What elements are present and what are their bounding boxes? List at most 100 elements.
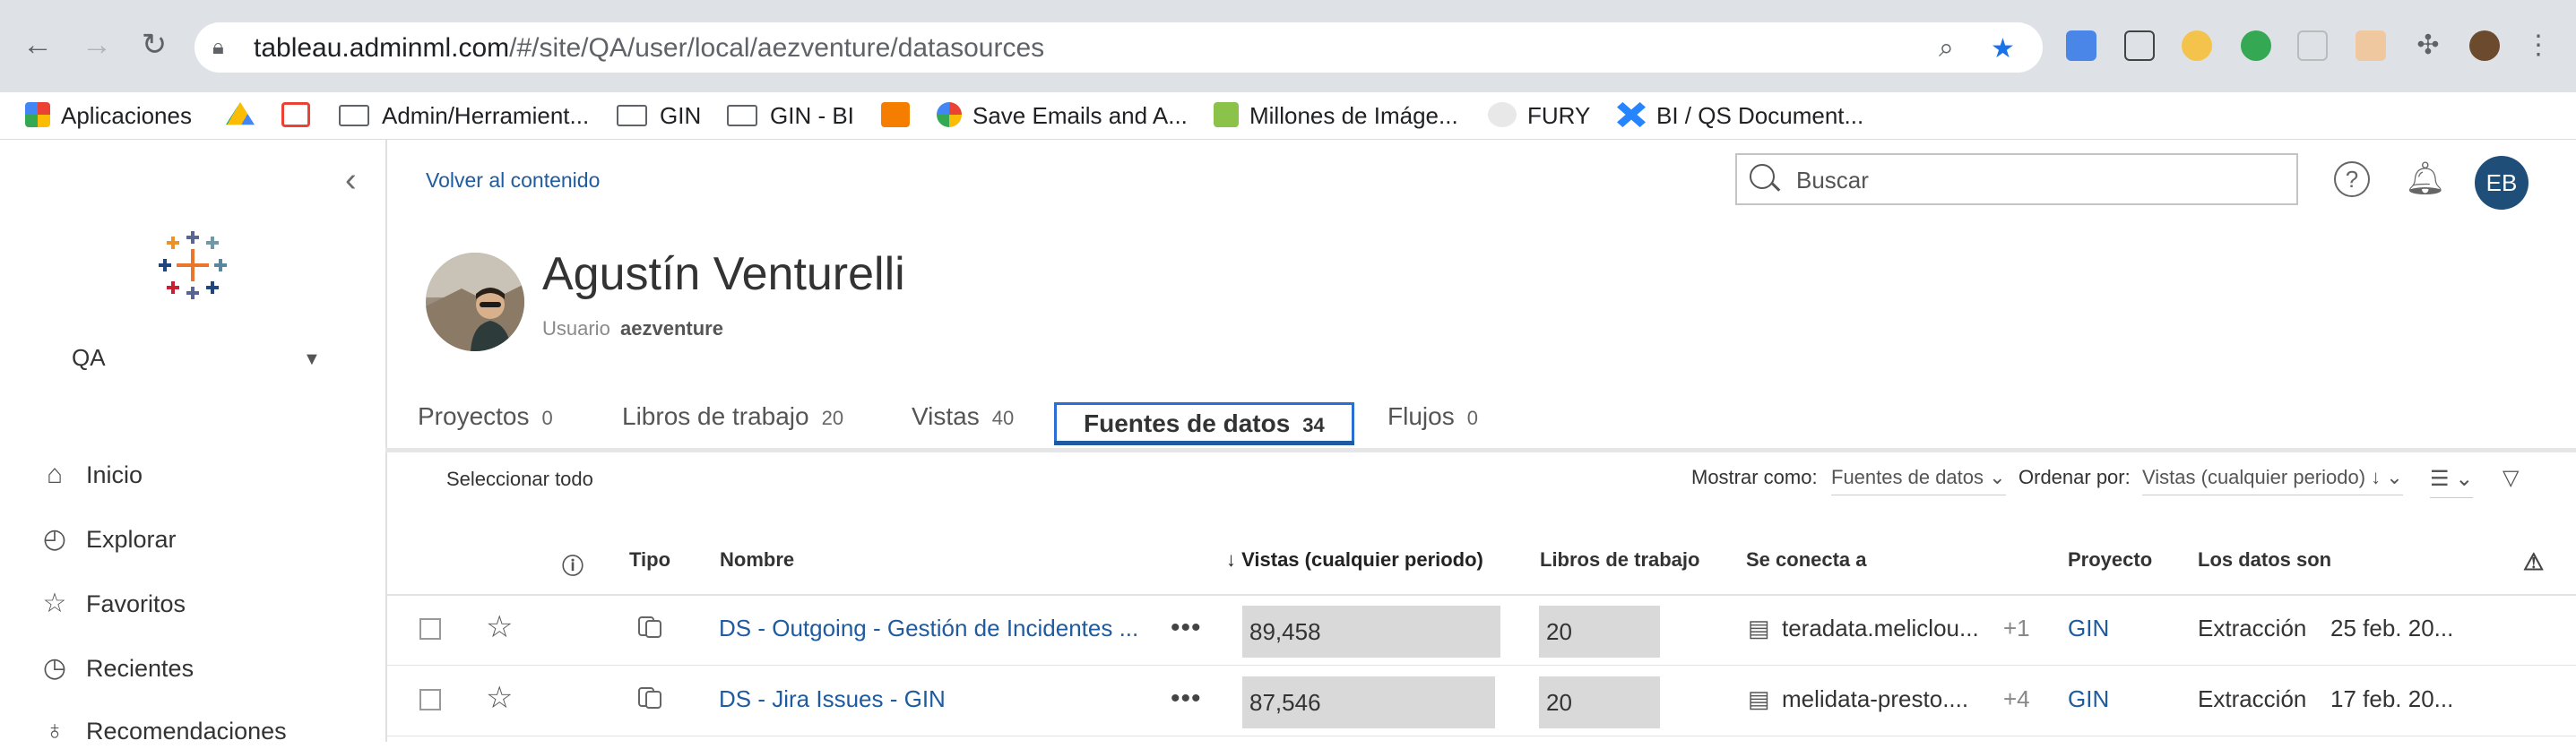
address-bar[interactable]: 🔒︎ tableau.adminml.com/#/site/QA/user/lo… (194, 22, 2043, 73)
show-as-label: Mostrar como: (1691, 466, 1818, 488)
column-header-workbooks[interactable]: Libros de trabajo (1540, 548, 1699, 572)
pexels-icon (1214, 102, 1239, 127)
column-header-type[interactable]: Tipo (629, 548, 670, 572)
column-header-project[interactable]: Proyecto (2068, 548, 2152, 572)
search-input[interactable] (1794, 166, 2282, 195)
bookmark-millones[interactable]: Millones de Imáge... (1214, 101, 1458, 130)
show-as-dropdown[interactable]: Fuentes de datos ⌄ (1831, 466, 2006, 495)
bookmark-bi-qs[interactable]: BI / QS Document... (1617, 101, 1863, 130)
sort-by-dropdown[interactable]: Vistas (cualquier periodo) ↓ ⌄ (2142, 466, 2403, 495)
bookmark-drive[interactable] (226, 101, 265, 130)
help-icon[interactable]: ? (2334, 161, 2370, 197)
bookmark-apps[interactable]: Aplicaciones (25, 101, 192, 130)
bookmark-save-emails[interactable]: Save Emails and A... (937, 101, 1188, 130)
browser-menu-icon[interactable]: ⋮ (2523, 30, 2554, 61)
table-row[interactable]: ☆ DS - Jira Issues - GIN ••• 87,546 20 ▤… (385, 666, 2576, 736)
extensions-puzzle-icon[interactable]: ✣ (2413, 30, 2443, 61)
profile-photo-icon (426, 253, 524, 351)
sidebar-item-label: Inicio (86, 461, 143, 488)
info-column-icon[interactable]: ⓘ (562, 548, 583, 580)
list-view-icon: ☰ (2430, 467, 2450, 491)
extension-coin-icon[interactable] (2182, 30, 2212, 61)
zoom-icon[interactable]: ⌕ (1939, 33, 1954, 64)
workbooks-value: 20 (1546, 689, 1572, 716)
profile-name: Agustín Venturelli (542, 248, 905, 300)
column-header-views[interactable]: ↓ Vistas (cualquier periodo) (1226, 548, 1483, 572)
site-dropdown-caret-icon[interactable]: ▼ (303, 349, 321, 370)
datasource-name-link[interactable]: DS - Jira Issues - GIN (719, 685, 946, 713)
collapse-sidebar-icon[interactable]: ‹ (345, 161, 357, 200)
workbooks-bar: 20 (1539, 676, 1660, 728)
tab-libros-de-trabajo[interactable]: Libros de trabajo 20 (622, 394, 843, 439)
tab-fuentes-de-datos[interactable]: Fuentes de datos 34 (1054, 402, 1354, 445)
sidebar-item-inicio[interactable]: ⌂ Inicio (39, 457, 143, 493)
date-value: 25 feb. 20... (2330, 615, 2454, 641)
column-header-data-kind[interactable]: Los datos son (2198, 548, 2331, 572)
folder-icon (617, 105, 647, 126)
extension-face-icon[interactable] (2356, 30, 2386, 61)
profile-avatar-icon[interactable] (2469, 30, 2500, 61)
bookmark-blogger[interactable] (881, 101, 921, 130)
extension-cast-icon[interactable] (2297, 30, 2328, 61)
extension-green-icon[interactable] (2241, 30, 2271, 61)
chevron-down-icon: ⌄ (1989, 466, 2006, 488)
back-to-content-link[interactable]: Volver al contenido (426, 168, 600, 193)
notifications-bell-icon[interactable]: 🔔︎ (2405, 159, 2446, 197)
datasource-name-link[interactable]: DS - Outgoing - Gestión de Incidentes ..… (719, 615, 1138, 642)
home-icon: ⌂ (46, 460, 64, 489)
sidebar-item-recomendaciones[interactable]: ♁ Recomendaciones (39, 713, 287, 749)
views-value: 89,458 (1249, 618, 1321, 645)
project-link[interactable]: GIN (2068, 615, 2109, 642)
more-connections-count[interactable]: +1 (2003, 615, 2030, 642)
gmail-icon (281, 102, 310, 127)
sidebar-item-favoritos[interactable]: ☆ Favoritos (39, 586, 186, 622)
row-checkbox[interactable] (419, 689, 441, 710)
user-avatar-button[interactable]: EB (2475, 156, 2528, 210)
date-value: 17 feb. 20... (2330, 685, 2454, 712)
workbooks-bar: 20 (1539, 606, 1660, 658)
tab-vistas[interactable]: Vistas 40 (912, 394, 1014, 439)
bookmark-star-icon[interactable]: ★ (1991, 33, 2015, 65)
list-view-toggle[interactable]: ☰ ⌄ (2430, 466, 2474, 498)
database-icon: ▤ (1748, 615, 1770, 641)
bookmark-gmail[interactable] (281, 101, 321, 130)
google-drive-icon (226, 102, 255, 125)
column-header-connects-to[interactable]: Se conecta a (1746, 548, 1867, 572)
search-box[interactable] (1735, 153, 2298, 205)
reload-icon[interactable]: ↻ (136, 27, 172, 63)
forward-arrow-icon[interactable]: → (79, 27, 115, 63)
select-all-button[interactable]: Seleccionar todo (446, 468, 593, 491)
clock-icon: ◷ (42, 653, 67, 683)
tab-flujos[interactable]: Flujos 0 (1387, 394, 1478, 439)
bookmark-admin-folder[interactable]: Admin/Herramient... (339, 101, 589, 130)
views-bar: 89,458 (1242, 606, 1500, 658)
bookmark-gin-bi-folder[interactable]: GIN - BI (727, 101, 854, 130)
more-actions-icon[interactable]: ••• (1171, 613, 1202, 643)
row-checkbox[interactable] (419, 618, 441, 640)
connection-name: teradata.meliclou... (1782, 615, 1979, 641)
filter-icon[interactable]: ▽ (2503, 465, 2519, 491)
extension-qr-icon[interactable] (2124, 30, 2155, 61)
column-header-name[interactable]: Nombre (720, 548, 794, 572)
folder-icon (339, 105, 369, 126)
back-arrow-icon[interactable]: ← (20, 27, 56, 63)
project-link[interactable]: GIN (2068, 685, 2109, 713)
sidebar-item-explorar[interactable]: ◴ Explorar (39, 521, 177, 557)
sort-by-label: Ordenar por: (2018, 466, 2131, 488)
favorite-star-icon[interactable]: ☆ (486, 680, 513, 716)
favorite-star-icon[interactable]: ☆ (486, 609, 513, 645)
more-connections-count[interactable]: +4 (2003, 685, 2030, 713)
search-icon (1750, 164, 1775, 189)
bookmark-fury[interactable]: FURY (1488, 101, 1590, 130)
site-selector-label[interactable]: QA (72, 344, 106, 372)
chevron-down-icon: ⌄ (2455, 467, 2474, 491)
chevron-down-icon: ⌄ (2386, 466, 2403, 488)
more-actions-icon[interactable]: ••• (1171, 684, 1202, 714)
table-row[interactable]: ☆ DS - Outgoing - Gestión de Incidentes … (385, 595, 2576, 666)
extension-calendar-icon[interactable] (2066, 30, 2096, 61)
compass-icon: ◴ (42, 524, 67, 554)
sidebar-item-recientes[interactable]: ◷ Recientes (39, 650, 194, 686)
tab-proyectos[interactable]: Proyectos 0 (418, 394, 553, 439)
datasource-type-icon (638, 687, 661, 709)
bookmark-gin-folder[interactable]: GIN (617, 101, 701, 130)
